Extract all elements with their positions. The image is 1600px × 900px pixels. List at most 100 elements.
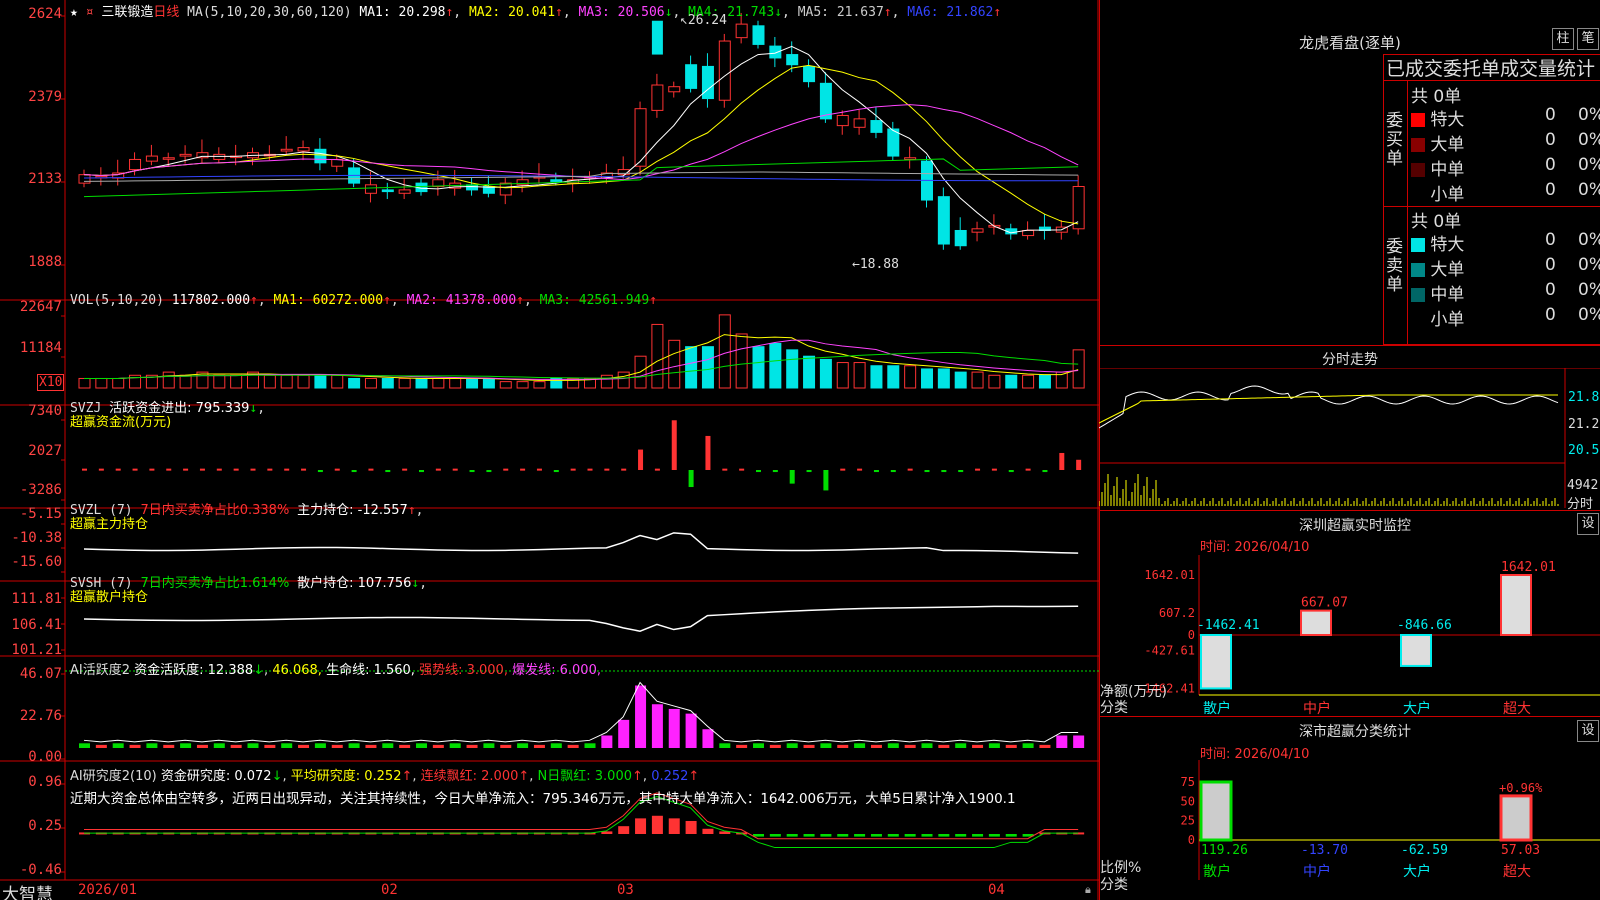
svsh-value: 散户持仓: 107.756 (297, 576, 412, 591)
stats-row-count: 0 (1545, 255, 1556, 275)
fund-flow-bar (924, 470, 930, 473)
volume-bar (398, 377, 411, 389)
stock-name[interactable]: 三联锻造 (101, 5, 153, 20)
stats-row-pct: 0% (1578, 280, 1600, 300)
class-category-label: 散户 (1203, 863, 1231, 880)
fund-flow-bar (368, 468, 374, 471)
volume-bar (162, 371, 175, 389)
candle-body (499, 182, 512, 196)
activity-bar (213, 743, 225, 748)
ma5-value: MA5: 21.637 (797, 5, 884, 20)
activity-bar (1022, 743, 1034, 748)
settings-dot-icon[interactable]: ¤ (86, 5, 94, 20)
ai-research-axis-label: -0.46 (19, 862, 62, 878)
intraday-axis-label: 21.20 (1568, 417, 1600, 432)
activity-bar (887, 743, 899, 748)
volume-bar (718, 314, 731, 389)
class-stats-chart[interactable]: 75 50 25 0 119.26 散户 -13.70 中户 -62.59 大户 57.03 超大 +0… (1099, 760, 1600, 900)
bar-mode-button[interactable]: 柱 (1552, 28, 1574, 50)
vol-label: VOL(5,10,20) (70, 293, 164, 308)
fund-flow-bar (452, 468, 458, 471)
research-bar (955, 834, 967, 837)
volume-bar (769, 342, 782, 389)
candle-body (1072, 186, 1085, 230)
candle-body (685, 64, 698, 89)
activity-bar (517, 743, 529, 748)
activity-bar (685, 713, 697, 748)
vol-ma2: MA2: 41378.000 (406, 293, 517, 308)
candle-body (971, 228, 984, 233)
fund-flow-bar (216, 468, 222, 471)
fund-flow-bar (385, 470, 391, 473)
activity-bar (972, 744, 984, 748)
research-bar (702, 828, 714, 834)
activity-bar (1005, 744, 1017, 748)
fund-flow-bar (654, 468, 660, 471)
intraday-price-line (1099, 385, 1559, 429)
stats-row-3: 小单 (1411, 305, 1464, 330)
fund-flow-bar (806, 470, 812, 473)
monitor-axis-label: 607.2 (1159, 606, 1195, 620)
volume-bar (735, 333, 748, 389)
monitor-axis-label: 1642.01 (1144, 568, 1195, 582)
fund-flow-bar (1008, 470, 1014, 473)
volume-bar (1038, 374, 1051, 389)
sz-monitor-chart[interactable]: 1642.01607.20-427.61-1462.41-1462.41散户66… (1099, 555, 1600, 715)
class-bar (1199, 780, 1233, 842)
sz-monitor-title: 深圳超赢实时监控 (1299, 518, 1411, 534)
fund-flow-bar (638, 449, 644, 470)
svzl-axis-label: -15.60 (11, 554, 62, 570)
fund-flow-bar (149, 468, 155, 471)
period-label[interactable]: 日线 (153, 5, 179, 20)
activity-bar (1073, 735, 1085, 748)
monitor-category-label: 大户 (1403, 700, 1431, 715)
fund-flow-bar (132, 468, 138, 471)
vol-unit-badge[interactable]: X10 (37, 374, 65, 391)
intraday-chart[interactable] (1099, 368, 1600, 508)
volume-bar (887, 365, 900, 389)
ai-research-header: AI研究度2(10) 资金研究度: 0.072↓, 平均研究度: 0.252↑,… (70, 769, 700, 784)
price-axis-label: 1888 (28, 254, 62, 270)
main-position-line (83, 532, 1079, 554)
fund-flow-bar (351, 470, 357, 473)
vol-ma1: MA1: 60272.000 (273, 293, 384, 308)
activity-bar (230, 744, 242, 748)
activity-bar (753, 743, 764, 748)
fund-flow-bar (1042, 470, 1048, 473)
ma1-line (83, 45, 1079, 234)
brand-logo[interactable]: 大智慧 (2, 880, 53, 900)
candle-body (769, 45, 782, 59)
svzl-axis-label: -5.15 (19, 506, 62, 522)
fund-flow-bar (907, 468, 913, 471)
fund-flow-bar (82, 468, 87, 471)
volume-bar (348, 377, 361, 389)
color-swatch (1411, 238, 1425, 252)
monitor-value-label: -1462.41 (1197, 618, 1260, 633)
stats-row-0: 特大 (1411, 105, 1464, 130)
buy-total: 共 0单 (1411, 87, 1462, 107)
price-axis-label: 2379 (28, 89, 62, 105)
monitor-bar (1500, 574, 1532, 636)
candle-body (887, 128, 900, 157)
sz-monitor-settings-button[interactable]: 设 (1577, 513, 1599, 535)
stats-row-pct: 0% (1578, 155, 1600, 175)
color-swatch (1411, 113, 1425, 127)
star-icon[interactable]: ★ (70, 5, 78, 20)
activity-bar (196, 744, 208, 748)
class-stats-settings-button[interactable]: 设 (1577, 720, 1599, 742)
intraday-axis-label: 21.85 (1568, 390, 1600, 405)
activity-bar (803, 744, 815, 748)
section-border (1099, 510, 1600, 511)
stats-row-label: 小单 (1425, 310, 1465, 330)
tick-mode-button[interactable]: 笔 (1577, 28, 1599, 50)
lock-icon[interactable]: 🔒︎ (1085, 883, 1091, 897)
candle-body (870, 120, 883, 133)
volume-bar (533, 381, 546, 389)
volume-bar (1022, 374, 1035, 389)
class-axis-label: 0 (1188, 833, 1195, 847)
volume-bar (112, 377, 125, 389)
monitor-value-label: 1642.01 (1501, 560, 1556, 575)
svzj-axis-label: 7340 (28, 403, 62, 419)
fund-flow-bar (840, 468, 846, 471)
research-bar (668, 818, 680, 834)
